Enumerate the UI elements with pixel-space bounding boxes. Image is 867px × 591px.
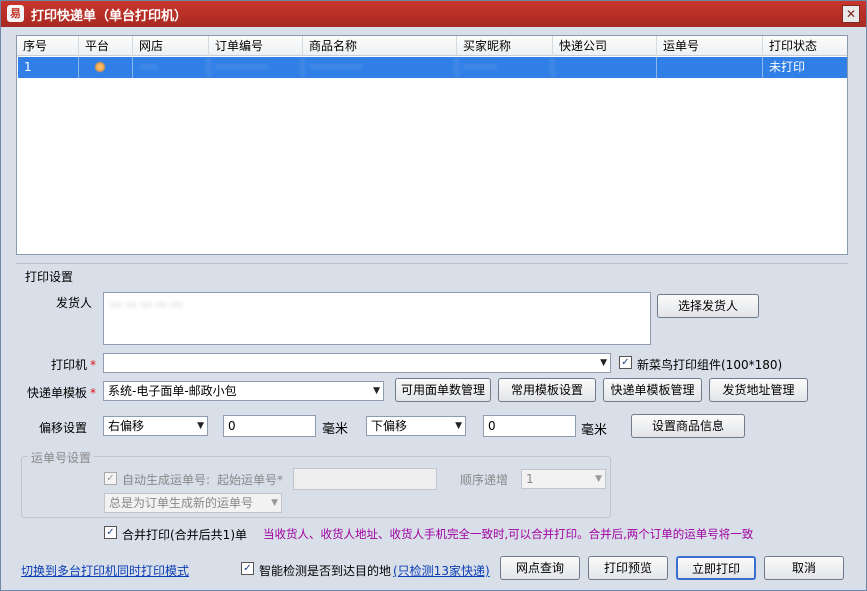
- print-preview-button[interactable]: 打印预览: [588, 556, 668, 580]
- sender-textarea[interactable]: ··· ··· ··· ··· ···: [103, 292, 651, 345]
- offset-vertical-input[interactable]: 0: [483, 415, 576, 437]
- table-header: 序号 平台 网店 订单编号 商品名称 买家昵称 快递公司 运单号 打印状态: [17, 36, 847, 56]
- cell-product: ··············: [303, 57, 457, 78]
- column-header-waybill[interactable]: 运单号: [657, 36, 763, 56]
- offset-label: 偏移设置: [39, 421, 88, 435]
- cell-shop: ·····: [133, 57, 209, 78]
- template-select[interactable]: 系统-电子面单-邮政小包 ▼: [103, 381, 384, 401]
- choose-sender-button[interactable]: 选择发货人: [657, 294, 759, 318]
- smart-check-label: 智能检测是否到达目的地: [259, 564, 392, 578]
- column-header-buyer[interactable]: 买家昵称: [457, 36, 553, 56]
- title-bar[interactable]: 易 打印快递单（单台打印机） ✕: [1, 1, 866, 27]
- cainiao-checkbox[interactable]: ✓: [619, 356, 632, 369]
- offset-horizontal-select[interactable]: 右偏移 ▼: [103, 416, 208, 436]
- order-table: 序号 平台 网店 订单编号 商品名称 买家昵称 快递公司 运单号 打印状态 1 …: [16, 35, 848, 255]
- cell-order-no: ··············: [209, 57, 303, 78]
- column-header-status[interactable]: 打印状态: [763, 36, 847, 56]
- column-header-shop[interactable]: 网店: [133, 36, 209, 56]
- chevron-down-icon: ▼: [600, 358, 607, 368]
- app-icon: 易: [7, 5, 24, 22]
- available-count-button[interactable]: 可用面单数管理: [395, 378, 491, 402]
- template-manage-button[interactable]: 快递单模板管理: [603, 378, 702, 402]
- waybill-settings-group: 运单号设置 ✓ 自动生成运单号: 起始运单号* 顺序递增 1 ▼ 总是为订单生成…: [21, 449, 611, 518]
- column-header-courier[interactable]: 快递公司: [553, 36, 657, 56]
- merge-print-checkbox[interactable]: ✓: [104, 526, 117, 539]
- cell-status: 未打印: [769, 60, 806, 74]
- common-template-button[interactable]: 常用模板设置: [498, 378, 596, 402]
- table-row[interactable]: 1 ····· ·············· ·············· ··…: [18, 57, 847, 78]
- chevron-down-icon: ▼: [271, 498, 278, 508]
- printer-select[interactable]: ▼: [103, 353, 611, 373]
- ship-address-button[interactable]: 发货地址管理: [709, 378, 808, 402]
- merge-print-label: 合并打印(合并后共1)单: [122, 528, 247, 542]
- chevron-down-icon: ▼: [455, 421, 462, 431]
- window-title: 打印快递单（单台打印机）: [31, 9, 188, 24]
- cell-seq: 1: [18, 57, 79, 78]
- outlet-query-button[interactable]: 网点查询: [500, 556, 580, 580]
- offset-unit-2: 毫米: [581, 423, 608, 438]
- print-settings-title: 打印设置: [25, 270, 74, 284]
- merge-notice: 当收货人、收货人地址、收货人手机完全一致时,可以合并打印。合并后,两个订单的运单…: [263, 527, 754, 541]
- cainiao-label: 新菜鸟打印组件(100*180): [637, 358, 783, 372]
- sender-value: ··· ··· ··· ··· ···: [110, 298, 183, 312]
- smart-check-checkbox[interactable]: ✓: [241, 562, 254, 575]
- chevron-down-icon: ▼: [373, 386, 380, 396]
- generate-mode-select[interactable]: 总是为订单生成新的运单号 ▼: [104, 493, 282, 513]
- platform-icon: [95, 62, 105, 72]
- cell-platform: [79, 57, 133, 78]
- start-no-label: 起始运单号*: [217, 473, 284, 487]
- offset-unit-1: 毫米: [322, 422, 349, 437]
- auto-generate-label: 自动生成运单号:: [122, 473, 211, 487]
- cancel-button[interactable]: 取消: [764, 556, 844, 580]
- chevron-down-icon: ▼: [197, 421, 204, 431]
- offset-vertical-select[interactable]: 下偏移 ▼: [366, 416, 466, 436]
- cell-waybill: [657, 57, 763, 78]
- column-header-seq[interactable]: 序号: [17, 36, 79, 56]
- chevron-down-icon: ▼: [595, 474, 602, 484]
- start-no-input[interactable]: [293, 468, 437, 490]
- sender-label: 发货人: [56, 296, 93, 310]
- smart-check-link[interactable]: (只检测13家快递): [393, 562, 490, 579]
- print-now-button[interactable]: 立即打印: [676, 556, 756, 580]
- waybill-settings-title: 运单号设置: [28, 449, 95, 466]
- product-info-button[interactable]: 设置商品信息: [631, 414, 745, 438]
- printer-label: 打印机 *: [51, 358, 97, 372]
- column-header-order-no[interactable]: 订单编号: [209, 36, 303, 56]
- cell-buyer: ·········: [457, 57, 553, 78]
- print-settings-panel: 打印设置 发货人 ··· ··· ··· ··· ··· 选择发货人 打印机 * …: [16, 263, 848, 579]
- offset-horizontal-input[interactable]: 0: [223, 415, 316, 437]
- column-header-platform[interactable]: 平台: [79, 36, 133, 56]
- close-button[interactable]: ✕: [842, 5, 860, 23]
- sequence-select[interactable]: 1 ▼: [521, 469, 606, 489]
- switch-multi-printer-link[interactable]: 切换到多台打印机同时打印模式: [21, 562, 189, 579]
- sequence-label: 顺序递增: [460, 473, 509, 487]
- template-label: 快递单模板 *: [27, 386, 97, 400]
- column-header-product[interactable]: 商品名称: [303, 36, 457, 56]
- auto-generate-checkbox[interactable]: ✓: [104, 472, 117, 485]
- print-waybill-dialog: 易 打印快递单（单台打印机） ✕ 序号 平台 网店 订单编号 商品名称 买家昵称…: [0, 0, 867, 591]
- cell-courier: [553, 57, 657, 78]
